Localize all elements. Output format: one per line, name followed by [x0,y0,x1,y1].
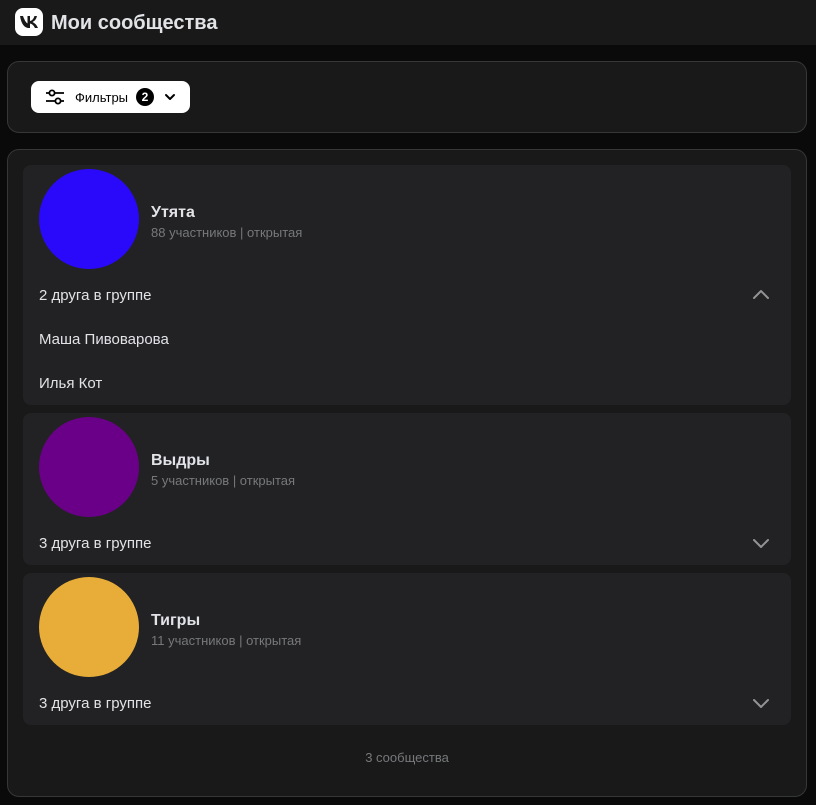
chevron-down-icon [753,539,769,548]
app-header: Мои сообщества [0,0,816,45]
community-name[interactable]: Тигры [151,611,200,630]
friends-count-label: 3 друга в группе [39,535,152,552]
friends-toggle[interactable]: 3 друга в группе [23,523,791,563]
filters-label: Фильтры [75,90,129,105]
chevron-down-icon [753,699,769,708]
chevron-down-icon [165,94,175,100]
community-avatar[interactable] [39,417,139,517]
communities-list-panel: Утята 88 участников | открытая 2 друга в… [7,149,807,797]
friends-count-label: 3 друга в группе [39,695,152,712]
filters-panel: Фильтры 2 [7,61,807,133]
community-name[interactable]: Выдры [151,451,210,470]
filters-button[interactable]: Фильтры 2 [31,81,190,113]
community-avatar[interactable] [39,577,139,677]
community-meta: 5 участников | открытая [151,473,296,488]
community-card: Выдры 5 участников | открытая 3 друга в … [23,413,791,565]
filters-count-badge: 2 [136,88,154,106]
friends-toggle[interactable]: 3 друга в группе [23,683,791,723]
friend-item[interactable]: Илья Кот [39,375,102,393]
friends-toggle[interactable]: 2 друга в группе [23,275,791,315]
sliders-icon [46,89,64,105]
community-meta: 88 участников | открытая [151,225,303,240]
communities-count: 3 сообщества [365,750,449,765]
friend-item[interactable]: Маша Пивоварова [39,331,169,349]
community-avatar[interactable] [39,169,139,269]
vk-logo-icon[interactable] [15,8,43,36]
community-card: Утята 88 участников | открытая 2 друга в… [23,165,791,405]
friends-count-label: 2 друга в группе [39,287,152,304]
chevron-up-icon [753,290,769,299]
community-meta: 11 участников | открытая [151,633,302,648]
community-name[interactable]: Утята [151,203,195,222]
page-title: Мои сообщества [51,12,218,34]
community-card: Тигры 11 участников | открытая 3 друга в… [23,573,791,725]
